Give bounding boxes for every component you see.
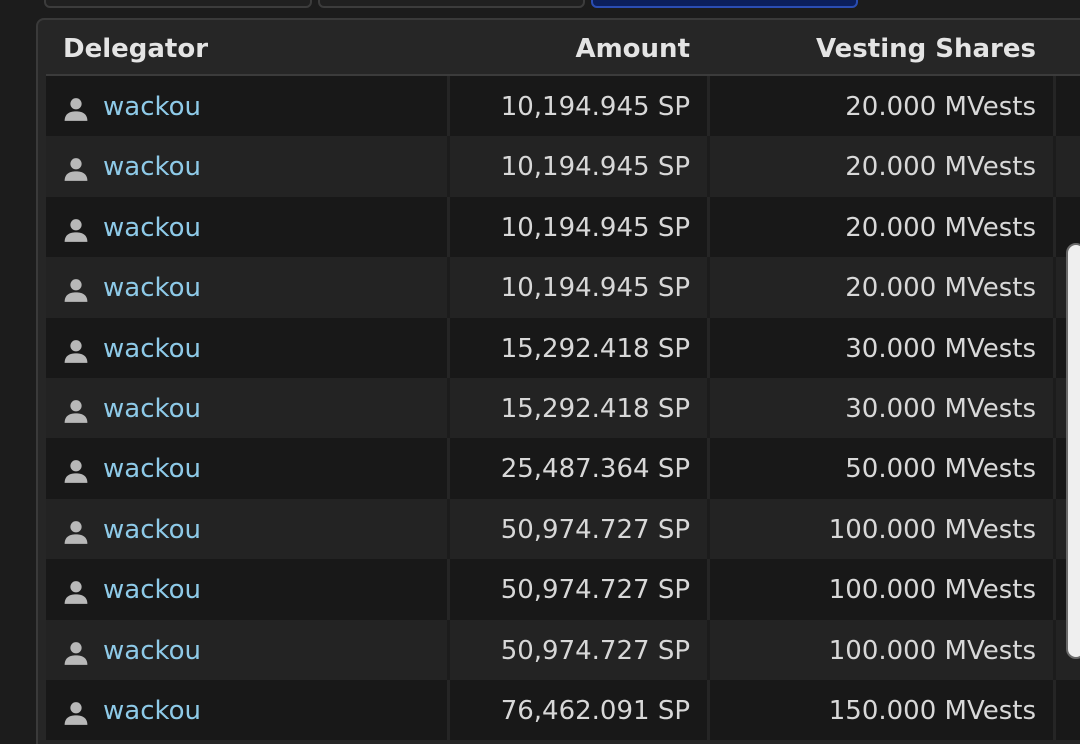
user-icon xyxy=(64,98,88,121)
delegator-link[interactable]: wackou xyxy=(103,454,201,484)
delegator-link[interactable]: wackou xyxy=(103,213,201,243)
table-row: wackou 15,292.418 SP 30.000 MVests xyxy=(46,377,1080,439)
header-delegator[interactable]: Delegator xyxy=(63,34,208,64)
amount-value: 10,194.945 SP xyxy=(500,212,690,243)
table-row: wackou 10,194.945 SP 20.000 MVests xyxy=(46,136,1080,197)
delegator-link[interactable]: wackou xyxy=(103,152,201,182)
delegations-table: Delegator Amount Vesting Shares wackou 1… xyxy=(46,20,1080,741)
amount-value: 76,462.091 SP xyxy=(500,695,690,726)
user-icon xyxy=(64,641,88,665)
delegations-panel: Delegator Amount Vesting Shares wackou 1… xyxy=(36,18,1080,744)
amount-value: 50,974.727 SP xyxy=(500,575,690,606)
user-icon xyxy=(64,581,88,605)
scrollbar[interactable] xyxy=(1066,243,1080,659)
table-row: wackou 10,194.945 SP 20.000 MVests xyxy=(46,196,1080,258)
column-divider xyxy=(1053,498,1056,560)
amount-value: 10,194.945 SP xyxy=(500,273,690,304)
vesting-shares-value: 20.000 MVests xyxy=(845,92,1036,122)
column-divider xyxy=(1053,438,1056,499)
delegator-link[interactable]: wackou xyxy=(103,92,201,122)
user-icon xyxy=(64,702,88,725)
vesting-shares-value: 150.000 MVests xyxy=(828,695,1036,726)
delegator-link[interactable]: wackou xyxy=(103,515,201,545)
table-header: Delegator Amount Vesting Shares xyxy=(46,20,1080,76)
amount-value: 50,974.727 SP xyxy=(500,635,690,666)
column-divider xyxy=(1053,136,1056,197)
vesting-shares-value: 100.000 MVests xyxy=(828,635,1036,666)
column-divider xyxy=(1053,377,1056,439)
delegator-link[interactable]: wackou xyxy=(103,575,201,605)
delegator-link[interactable]: wackou xyxy=(103,696,201,726)
column-divider xyxy=(1053,76,1056,137)
vesting-shares-value: 30.000 MVests xyxy=(845,333,1036,364)
vesting-shares-value: 100.000 MVests xyxy=(828,575,1036,606)
user-icon xyxy=(64,339,88,363)
user-icon xyxy=(64,460,88,484)
amount-value: 25,487.364 SP xyxy=(500,454,690,485)
tab-button-2[interactable] xyxy=(318,0,585,8)
user-icon xyxy=(64,400,88,423)
vesting-shares-value: 20.000 MVests xyxy=(845,152,1036,183)
vesting-shares-value: 100.000 MVests xyxy=(828,514,1036,545)
page: Delegator Amount Vesting Shares wackou 1… xyxy=(0,0,1080,744)
amount-value: 10,194.945 SP xyxy=(500,152,690,183)
user-icon xyxy=(64,279,88,303)
column-divider xyxy=(1053,196,1056,258)
table-row: wackou 10,194.945 SP 20.000 MVests xyxy=(46,257,1080,318)
table-row: wackou 50,974.727 SP 100.000 MVests xyxy=(46,559,1080,620)
user-icon xyxy=(64,520,88,544)
table-row: wackou 50,974.727 SP 100.000 MVests xyxy=(46,619,1080,680)
amount-value: 15,292.418 SP xyxy=(500,333,690,364)
column-divider xyxy=(1053,619,1056,680)
user-icon xyxy=(64,158,88,182)
column-divider xyxy=(1053,559,1056,620)
table-body: wackou 10,194.945 SP 20.000 MVests wacko… xyxy=(46,76,1080,741)
delegator-link[interactable]: wackou xyxy=(103,273,201,303)
column-divider xyxy=(1053,257,1056,318)
amount-value: 10,194.945 SP xyxy=(500,92,690,122)
header-vesting-shares[interactable]: Vesting Shares xyxy=(710,34,1036,64)
tab-button-1[interactable] xyxy=(44,0,312,8)
vesting-shares-value: 50.000 MVests xyxy=(845,454,1036,485)
tab-button-active[interactable] xyxy=(591,0,858,8)
column-divider xyxy=(1053,679,1056,741)
table-row: wackou 10,194.945 SP 20.000 MVests xyxy=(46,76,1080,137)
table-row: wackou 15,292.418 SP 30.000 MVests xyxy=(46,317,1080,378)
delegator-link[interactable]: wackou xyxy=(103,334,201,364)
amount-value: 15,292.418 SP xyxy=(500,393,690,424)
vesting-shares-value: 30.000 MVests xyxy=(845,393,1036,424)
table-row: wackou 76,462.091 SP 150.000 MVests xyxy=(46,679,1080,741)
delegator-link[interactable]: wackou xyxy=(103,394,201,424)
user-icon xyxy=(64,218,88,242)
table-row: wackou 25,487.364 SP 50.000 MVests xyxy=(46,438,1080,499)
vesting-shares-value: 20.000 MVests xyxy=(845,212,1036,243)
table-row: wackou 50,974.727 SP 100.000 MVests xyxy=(46,498,1080,560)
delegator-link[interactable]: wackou xyxy=(103,636,201,666)
column-divider xyxy=(1053,317,1056,378)
header-amount[interactable]: Amount xyxy=(450,34,690,64)
vesting-shares-value: 20.000 MVests xyxy=(845,273,1036,304)
amount-value: 50,974.727 SP xyxy=(500,514,690,545)
